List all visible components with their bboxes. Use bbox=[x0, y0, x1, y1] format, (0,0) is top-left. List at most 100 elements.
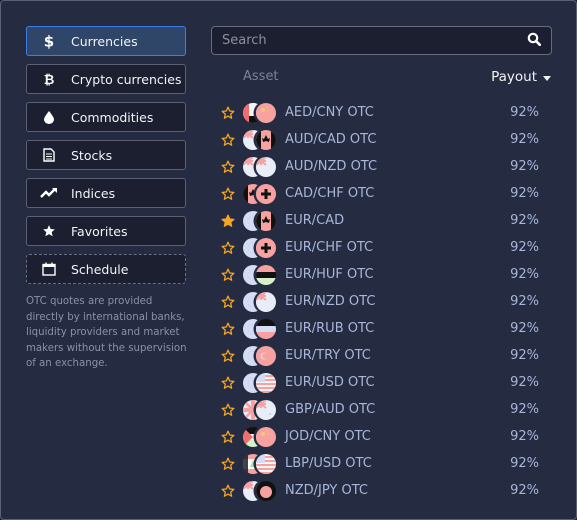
payout-value: 92% bbox=[510, 402, 539, 417]
asset-column-header: Asset bbox=[243, 69, 279, 84]
category-currencies[interactable]: $ Currencies bbox=[26, 26, 186, 56]
asset-name: AUD/NZD OTC bbox=[285, 159, 378, 174]
payout-value: 92% bbox=[510, 132, 539, 147]
star-outline-icon[interactable] bbox=[215, 295, 241, 309]
star-outline-icon[interactable] bbox=[215, 241, 241, 255]
currency-flags bbox=[243, 210, 279, 231]
star-outline-icon[interactable] bbox=[215, 403, 241, 417]
star-outline-icon[interactable] bbox=[215, 457, 241, 471]
payout-value: 92% bbox=[510, 267, 539, 282]
asset-row[interactable]: AUD/NZD OTC 92% bbox=[215, 153, 555, 180]
payout-value: 92% bbox=[510, 105, 539, 120]
asset-row[interactable]: EUR/USD OTC 92% bbox=[215, 369, 555, 396]
asset-row[interactable]: LBP/USD OTC 92% bbox=[215, 450, 555, 477]
search-input[interactable] bbox=[222, 33, 527, 48]
asset-row[interactable]: AED/CNY OTC 92% bbox=[215, 99, 555, 126]
asset-name: AED/CNY OTC bbox=[285, 105, 374, 120]
flag-cn-icon bbox=[256, 102, 276, 123]
asset-name: GBP/AUD OTC bbox=[285, 402, 376, 417]
star-outline-icon[interactable] bbox=[215, 484, 241, 498]
asset-row[interactable]: AUD/CAD OTC 92% bbox=[215, 126, 555, 153]
star-outline-icon[interactable] bbox=[215, 106, 241, 120]
asset-row[interactable]: CAD/CHF OTC 92% bbox=[215, 180, 555, 207]
asset-row[interactable]: EUR/TRY OTC 92% bbox=[215, 342, 555, 369]
dollar-icon: $ bbox=[27, 33, 71, 49]
asset-list: AED/CNY OTC 92% AUD/CAD OTC 92% AUD/NZD … bbox=[215, 99, 555, 504]
currency-flags bbox=[243, 156, 279, 177]
payout-value: 92% bbox=[510, 375, 539, 390]
currency-flags bbox=[243, 480, 279, 501]
asset-row[interactable]: EUR/HUF OTC 92% bbox=[215, 261, 555, 288]
flag-ca-icon bbox=[256, 210, 276, 231]
payout-value: 92% bbox=[510, 159, 539, 174]
currency-flags bbox=[243, 102, 279, 123]
asset-row[interactable]: GBP/AUD OTC 92% bbox=[215, 396, 555, 423]
category-label: Favorites bbox=[71, 223, 128, 239]
svg-text:₿: ₿ bbox=[44, 73, 55, 87]
trend-icon bbox=[27, 187, 71, 199]
flag-nz-icon bbox=[256, 291, 276, 312]
star-filled-icon[interactable] bbox=[215, 214, 241, 228]
asset-row[interactable]: EUR/NZD OTC 92% bbox=[215, 288, 555, 315]
flag-jp-icon bbox=[256, 480, 276, 501]
category-label: Indices bbox=[71, 185, 116, 201]
currency-flags bbox=[243, 345, 279, 366]
asset-row[interactable]: NZD/JPY OTC 92% bbox=[215, 477, 555, 504]
asset-name: CAD/CHF OTC bbox=[285, 186, 375, 201]
category-indices[interactable]: Indices bbox=[26, 178, 186, 208]
star-outline-icon[interactable] bbox=[215, 160, 241, 174]
flag-ch-icon bbox=[256, 183, 276, 204]
asset-row[interactable]: EUR/CAD 92% bbox=[215, 207, 555, 234]
star-outline-icon[interactable] bbox=[215, 376, 241, 390]
category-stocks[interactable]: Stocks bbox=[26, 140, 186, 170]
category-crypto-currencies[interactable]: ₿ Crypto currencies bbox=[26, 64, 186, 94]
star-outline-icon[interactable] bbox=[215, 133, 241, 147]
flag-tr-icon bbox=[256, 345, 276, 366]
asset-name: LBP/USD OTC bbox=[285, 456, 372, 471]
caret-down-icon bbox=[543, 75, 551, 81]
flag-us-icon bbox=[256, 453, 276, 474]
payout-sort-button[interactable]: Payout bbox=[491, 69, 551, 85]
currency-flags bbox=[243, 318, 279, 339]
category-label: Schedule bbox=[71, 261, 129, 277]
currency-flags bbox=[243, 264, 279, 285]
category-sidebar: $ Currencies ₿ Crypto currencies Commodi… bbox=[26, 26, 187, 372]
star-outline-icon[interactable] bbox=[215, 268, 241, 282]
star-outline-icon[interactable] bbox=[215, 322, 241, 336]
asset-name: JOD/CNY OTC bbox=[285, 429, 371, 444]
drop-icon bbox=[27, 110, 71, 124]
flag-nz-icon bbox=[256, 156, 276, 177]
category-favorites[interactable]: Favorites bbox=[26, 216, 186, 246]
flag-us-icon bbox=[256, 372, 276, 393]
payout-value: 92% bbox=[510, 294, 539, 309]
star-outline-icon[interactable] bbox=[215, 349, 241, 363]
otc-disclaimer: OTC quotes are provided directly by inte… bbox=[26, 296, 187, 369]
search-icon[interactable] bbox=[527, 31, 542, 50]
document-icon bbox=[27, 148, 71, 162]
asset-name: EUR/CHF OTC bbox=[285, 240, 374, 255]
asset-name: NZD/JPY OTC bbox=[285, 483, 368, 498]
currency-flags bbox=[243, 372, 279, 393]
asset-name: EUR/TRY OTC bbox=[285, 348, 371, 363]
asset-row[interactable]: EUR/RUB OTC 92% bbox=[215, 315, 555, 342]
asset-row[interactable]: JOD/CNY OTC 92% bbox=[215, 423, 555, 450]
asset-row[interactable]: EUR/CHF OTC 92% bbox=[215, 234, 555, 261]
star-outline-icon[interactable] bbox=[215, 430, 241, 444]
currency-flags bbox=[243, 399, 279, 420]
star-icon bbox=[27, 224, 71, 238]
currency-flags bbox=[243, 129, 279, 150]
category-label: Currencies bbox=[71, 33, 138, 49]
category-commodities[interactable]: Commodities bbox=[26, 102, 186, 132]
payout-value: 92% bbox=[510, 429, 539, 444]
star-outline-icon[interactable] bbox=[215, 187, 241, 201]
search-field[interactable] bbox=[211, 26, 552, 55]
payout-value: 92% bbox=[510, 456, 539, 471]
asset-name: EUR/RUB OTC bbox=[285, 321, 375, 336]
asset-name: EUR/CAD bbox=[285, 213, 345, 228]
currency-flags bbox=[243, 237, 279, 258]
currency-flags bbox=[243, 453, 279, 474]
currency-flags bbox=[243, 183, 279, 204]
flag-ch-icon bbox=[256, 237, 276, 258]
category-schedule[interactable]: Schedule bbox=[26, 254, 186, 284]
flag-au-icon bbox=[256, 399, 276, 420]
